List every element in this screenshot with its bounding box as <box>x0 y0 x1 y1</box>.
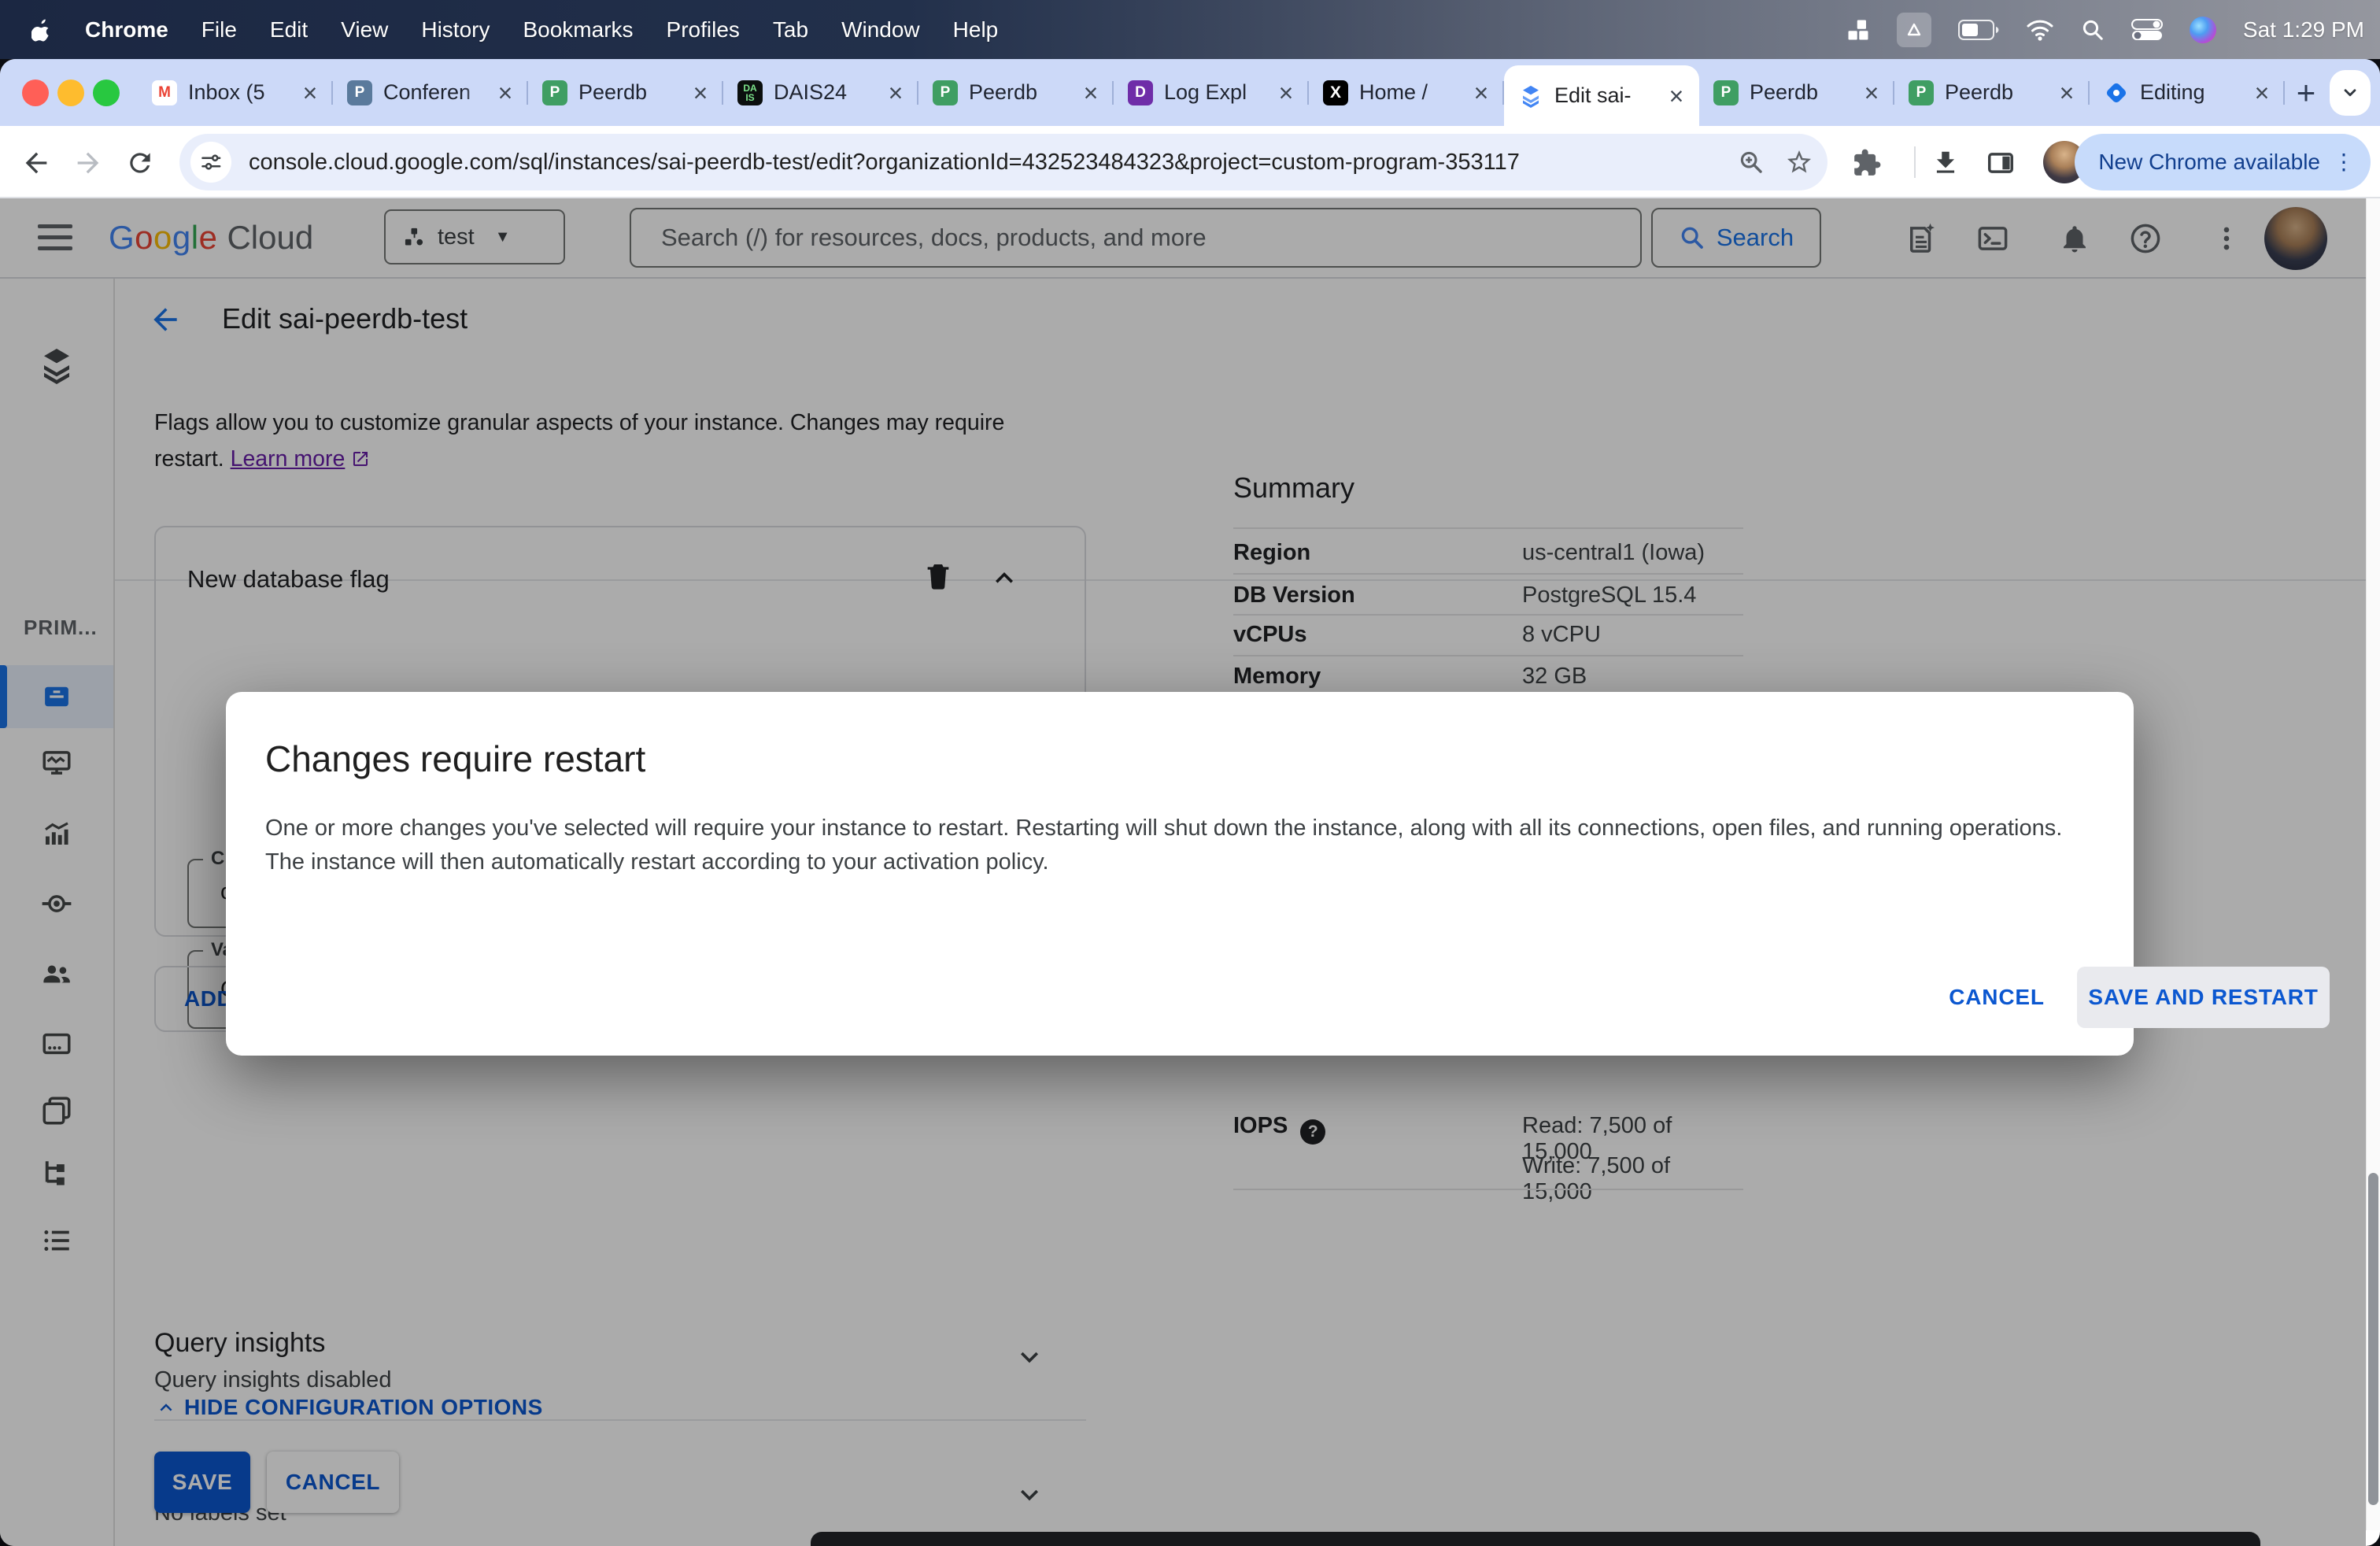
datadog-favicon <box>1128 80 1153 105</box>
dialog-body: One or more changes you've selected will… <box>265 816 2063 875</box>
browser-tab-peerdb-2[interactable]: Peerdb × <box>918 59 1114 126</box>
reload-button[interactable] <box>121 144 159 182</box>
blocks-status-icon[interactable] <box>1846 18 1870 42</box>
menu-window[interactable]: Window <box>841 17 920 43</box>
tab-close-icon[interactable]: × <box>1860 80 1883 105</box>
spotlight-search-icon[interactable] <box>2081 18 2105 42</box>
browser-tab-conference[interactable]: Conferen × <box>333 59 528 126</box>
cloud-sql-favicon <box>1518 83 1543 109</box>
browser-menu-icon[interactable]: ⋮ <box>2333 151 2355 173</box>
x-favicon <box>1323 80 1348 105</box>
side-panel-icon[interactable] <box>1982 144 2020 182</box>
postgres-favicon <box>347 80 372 105</box>
battery-icon[interactable] <box>1957 19 1999 40</box>
peerdb-favicon <box>1713 80 1739 105</box>
macos-menu-bar: Chrome File Edit View History Bookmarks … <box>0 0 2380 59</box>
toolbar-divider <box>1914 146 1916 178</box>
peerdb-favicon <box>933 80 958 105</box>
menu-bar-clock[interactable]: Sat 1:29 PM <box>2243 17 2364 43</box>
tab-close-icon[interactable]: × <box>298 80 322 105</box>
scrollbar-thumb[interactable] <box>2368 1173 2378 1505</box>
apple-icon[interactable] <box>31 18 52 42</box>
tab-close-icon[interactable]: × <box>1469 80 1493 105</box>
browser-tab-edit-sai-active[interactable]: Edit sai- × <box>1504 65 1699 126</box>
menu-profiles[interactable]: Profiles <box>667 17 740 43</box>
new-tab-button[interactable]: + <box>2285 59 2327 126</box>
site-settings-icon[interactable] <box>190 142 231 183</box>
update-chrome-pill[interactable]: New Chrome available ⋮ <box>2075 134 2371 190</box>
tab-close-icon[interactable]: × <box>1665 83 1688 109</box>
menu-chrome[interactable]: Chrome <box>85 17 168 43</box>
forward-button[interactable] <box>69 144 107 182</box>
minimize-window-button[interactable] <box>57 80 84 106</box>
browser-tab-inbox[interactable]: Inbox (5 × <box>138 59 333 126</box>
menu-bookmarks[interactable]: Bookmarks <box>523 17 633 43</box>
menu-tab[interactable]: Tab <box>773 17 808 43</box>
browser-tab-peerdb-4[interactable]: Peerdb × <box>1894 59 2090 126</box>
wifi-icon[interactable] <box>2026 19 2054 41</box>
zoom-window-button[interactable] <box>93 80 120 106</box>
browser-tab-editing[interactable]: Editing × <box>2090 59 2285 126</box>
tab-close-icon[interactable]: × <box>689 80 712 105</box>
dais-favicon <box>737 80 763 105</box>
background-window-bar[interactable] <box>811 1532 2260 1546</box>
menu-history[interactable]: History <box>421 17 490 43</box>
menu-help[interactable]: Help <box>953 17 999 43</box>
browser-tab-peerdb-3[interactable]: Peerdb × <box>1699 59 1894 126</box>
peerdb-favicon <box>1909 80 1934 105</box>
tab-close-icon[interactable]: × <box>2250 80 2274 105</box>
save-and-restart-button[interactable]: SAVE AND RESTART <box>2077 967 2330 1028</box>
close-window-button[interactable] <box>22 80 49 106</box>
gmail-favicon <box>152 80 177 105</box>
extensions-icon[interactable] <box>1848 144 1886 182</box>
tab-search-button[interactable] <box>2330 70 2371 116</box>
maps-pin-favicon <box>2104 80 2129 105</box>
menu-view[interactable]: View <box>341 17 388 43</box>
peerdb-favicon <box>542 80 567 105</box>
browser-tab-dais24[interactable]: DAIS24 × <box>723 59 918 126</box>
browser-tab-log-explorer[interactable]: Log Expl × <box>1114 59 1309 126</box>
dialog-title: Changes require restart <box>265 738 646 779</box>
tab-close-icon[interactable]: × <box>2055 80 2079 105</box>
changes-require-restart-dialog: Changes require restart One or more chan… <box>226 692 2330 1056</box>
control-center-icon[interactable] <box>2131 18 2163 41</box>
back-button[interactable] <box>17 144 55 182</box>
omnibox[interactable]: console.cloud.google.com/sql/instances/s… <box>179 134 1828 190</box>
page-scrollbar[interactable] <box>2366 198 2380 1530</box>
browser-toolbar: console.cloud.google.com/sql/instances/s… <box>0 126 2380 198</box>
tab-close-icon[interactable]: × <box>1079 80 1103 105</box>
menu-file[interactable]: File <box>201 17 237 43</box>
zoom-page-icon[interactable] <box>1738 149 1765 176</box>
menu-edit[interactable]: Edit <box>270 17 308 43</box>
dialog-cancel-button[interactable]: CANCEL <box>1926 967 2068 1028</box>
app-status-icon[interactable] <box>1896 12 1931 47</box>
browser-tab-x-home[interactable]: Home / × <box>1309 59 1504 126</box>
bookmark-star-icon[interactable] <box>1785 148 1813 176</box>
tab-close-icon[interactable]: × <box>493 80 517 105</box>
url-text[interactable]: console.cloud.google.com/sql/instances/s… <box>249 150 1520 176</box>
tab-close-icon[interactable]: × <box>884 80 907 105</box>
tab-close-icon[interactable]: × <box>1274 80 1298 105</box>
screen: Chrome File Edit View History Bookmarks … <box>0 0 2380 1546</box>
siri-icon[interactable] <box>2189 16 2216 43</box>
browser-tab-peerdb-1[interactable]: Peerdb × <box>528 59 723 126</box>
download-icon[interactable] <box>1927 144 1964 182</box>
tab-strip: Inbox (5 × Conferen × Peerdb × DAIS24 × <box>0 59 2380 126</box>
